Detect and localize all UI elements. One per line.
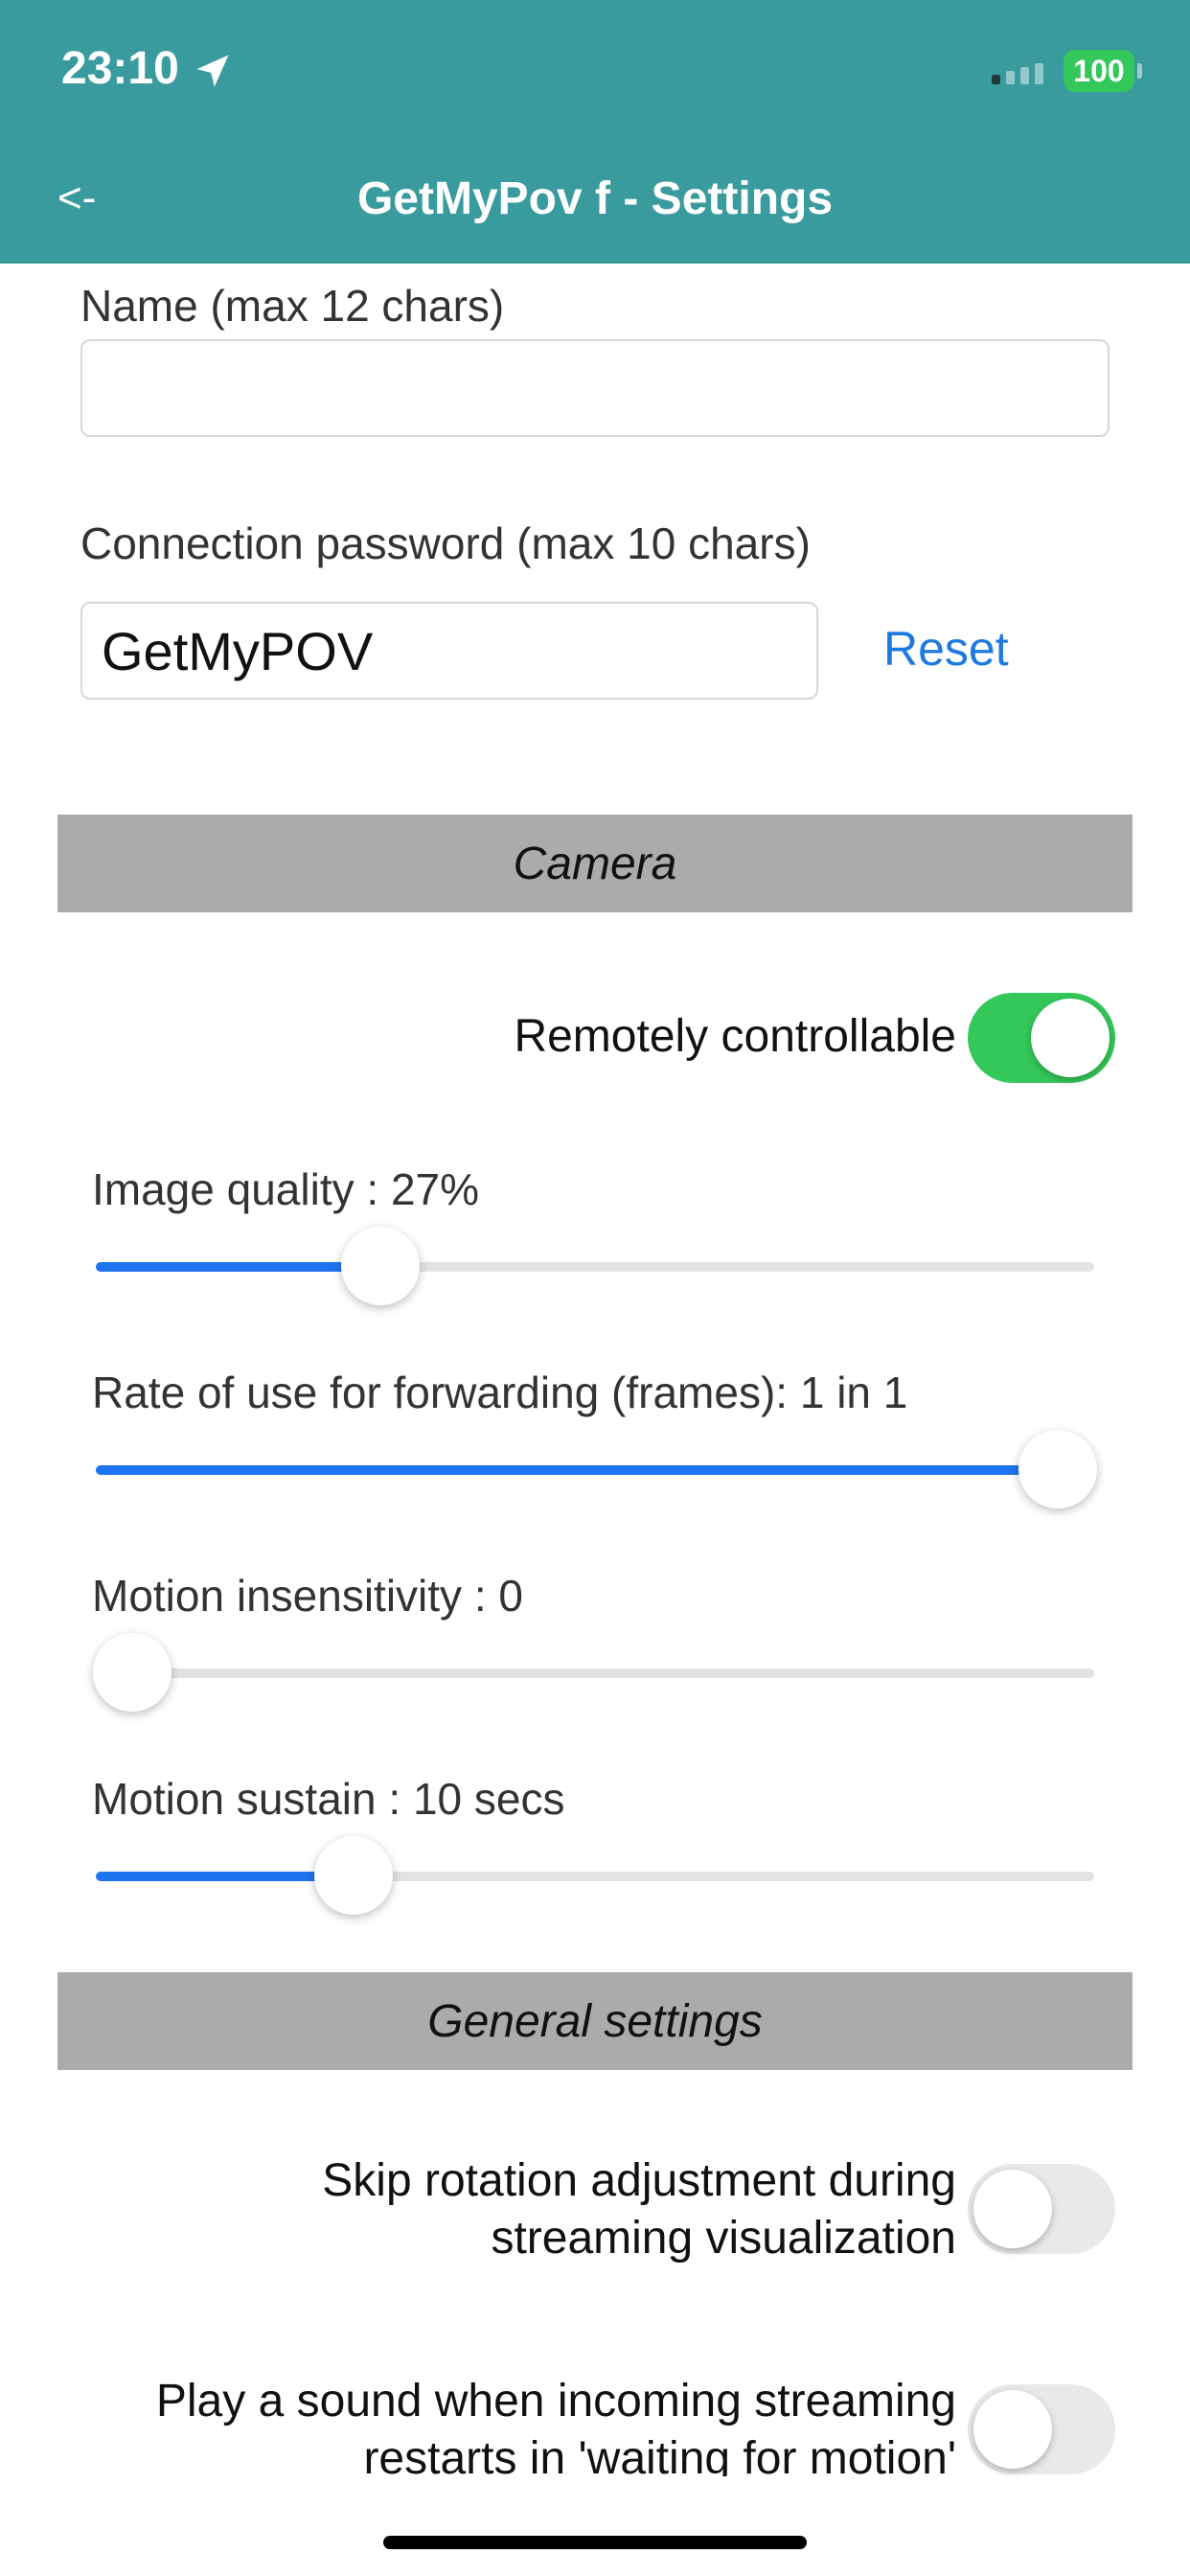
skip-rotation-toggle[interactable] (968, 2164, 1115, 2254)
play-sound-label: Play a sound when incoming streaming res… (156, 2373, 956, 2476)
battery-cap (1137, 63, 1142, 79)
app-header: 23:10 100 <- GetMyPov f - Settings (0, 0, 1190, 264)
camera-section-header: Camera (57, 815, 1133, 912)
motion-insensitivity-slider[interactable] (92, 1631, 1094, 1712)
password-label: Connection password (max 10 chars) (80, 518, 811, 568)
skip-rotation-label: Skip rotation adjustment during streamin… (322, 2152, 956, 2267)
play-sound-toggle[interactable] (968, 2384, 1115, 2474)
slider-fill (96, 1262, 380, 1272)
status-time: 23:10 (61, 43, 179, 94)
reset-button[interactable]: Reset (883, 621, 1009, 677)
password-input[interactable]: GetMyPOV (80, 602, 818, 700)
play-sound-line1: Play a sound when incoming streaming (155, 2376, 956, 2426)
general-settings-section-header: General settings (57, 1972, 1133, 2070)
slider-thumb[interactable] (340, 1227, 420, 1305)
name-input[interactable] (80, 339, 1110, 437)
image-quality-label: Image quality : 27% (92, 1164, 480, 1214)
battery-icon: 100 (1064, 50, 1134, 92)
location-arrow-icon (196, 55, 229, 87)
slider-fill (96, 1465, 1059, 1475)
signal-icon (992, 63, 1043, 84)
toggle-knob (973, 2390, 1052, 2469)
page-title: GetMyPov f - Settings (356, 173, 834, 224)
toggle-knob (1031, 999, 1110, 1077)
skip-rotation-line2: streaming visualization (491, 2213, 956, 2264)
skip-rotation-line1: Skip rotation adjustment during (322, 2155, 956, 2206)
slider-thumb[interactable] (92, 1633, 172, 1712)
slider-track (96, 1668, 1094, 1678)
motion-insensitivity-label: Motion insensitivity : 0 (92, 1571, 523, 1621)
play-sound-line2: restarts in 'waiting for motion' (363, 2433, 956, 2476)
slider-thumb[interactable] (313, 1836, 393, 1915)
slider-thumb[interactable] (1018, 1430, 1098, 1508)
home-indicator (383, 2536, 807, 2549)
image-quality-slider[interactable] (96, 1225, 1094, 1305)
remote-control-toggle[interactable] (968, 993, 1115, 1083)
remote-control-label: Remotely controllable (514, 1011, 956, 1062)
toggle-knob (973, 2170, 1052, 2248)
motion-sustain-slider[interactable] (96, 1834, 1094, 1915)
forwarding-rate-slider[interactable] (96, 1428, 1098, 1508)
forwarding-rate-label: Rate of use for forwarding (frames): 1 i… (92, 1368, 908, 1417)
name-label: Name (max 12 chars) (80, 281, 505, 331)
motion-sustain-label: Motion sustain : 10 secs (92, 1774, 565, 1824)
